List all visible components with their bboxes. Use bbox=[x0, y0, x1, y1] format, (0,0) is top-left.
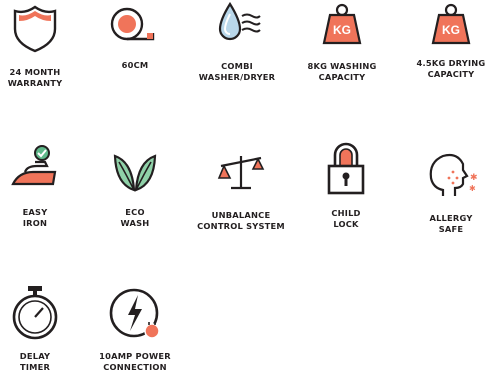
shield-icon bbox=[11, 4, 59, 54]
weight-kg-text: KG bbox=[442, 23, 460, 37]
padlock-icon bbox=[326, 140, 366, 196]
kg-weight-icon: KG bbox=[429, 3, 473, 45]
feature-label: 60CM bbox=[121, 60, 149, 70]
feature-label: ECO WASH bbox=[120, 207, 150, 228]
leaves-icon bbox=[112, 148, 158, 192]
stopwatch-icon bbox=[11, 284, 59, 342]
svg-text:✱: ✱ bbox=[469, 184, 476, 193]
balance-scale-icon bbox=[215, 150, 267, 192]
feature-label: 8KG WASHING CAPACITY bbox=[307, 61, 377, 82]
feature-label: UNBALANCE CONTROL SYSTEM bbox=[197, 210, 285, 231]
feature-label: 10AMP POWER CONNECTION bbox=[99, 351, 171, 372]
allergy-head-icon: ✱ ✱ bbox=[423, 150, 479, 198]
iron-icon bbox=[9, 144, 61, 190]
weight-kg-text: KG bbox=[333, 23, 351, 37]
feature-label: COMBI WASHER/DRYER bbox=[198, 61, 276, 82]
feature-label: CHILD LOCK bbox=[331, 208, 361, 229]
kg-weight-icon: KG bbox=[320, 3, 364, 45]
svg-text:✱: ✱ bbox=[470, 173, 478, 183]
measuring-tape-icon bbox=[109, 6, 161, 42]
power-plug-icon bbox=[108, 287, 162, 341]
water-drop-wind-icon bbox=[212, 2, 262, 44]
feature-label: EASY IRON bbox=[22, 207, 48, 228]
feature-label: ALLERGY SAFE bbox=[429, 213, 473, 234]
feature-label: DELAY TIMER bbox=[19, 351, 51, 372]
feature-label: 4.5KG DRYING CAPACITY bbox=[416, 58, 486, 79]
feature-label: 24 MONTH WARRANTY bbox=[7, 67, 63, 88]
